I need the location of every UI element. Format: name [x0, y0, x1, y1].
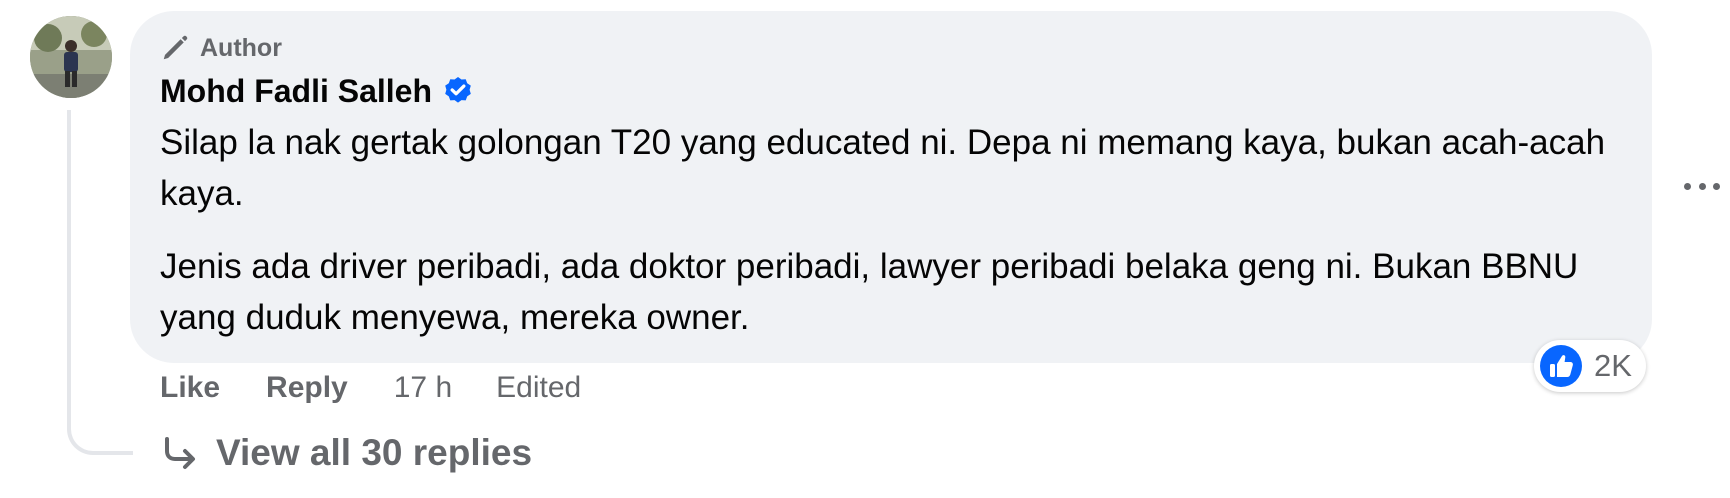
avatar[interactable]: [30, 16, 112, 98]
comment-paragraph: Jenis ada driver peribadi, ada doktor pe…: [160, 247, 1579, 337]
like-button[interactable]: Like: [160, 371, 220, 405]
more-options-icon[interactable]: [1684, 176, 1720, 196]
dot: [1684, 182, 1691, 190]
edited-label[interactable]: Edited: [496, 371, 581, 405]
author-name[interactable]: Mohd Fadli Salleh: [160, 73, 432, 110]
author-badge: Author: [160, 31, 1622, 65]
view-replies-label: View all 30 replies: [216, 432, 533, 473]
timestamp[interactable]: 17 h: [394, 371, 452, 405]
reaction-summary[interactable]: 2K: [1534, 340, 1646, 392]
comment-bubble: Author Mohd Fadli Salleh Silap la nak ge…: [130, 11, 1652, 363]
like-reaction-icon: [1540, 345, 1582, 387]
comment-actions: Like Reply 17 h Edited: [160, 368, 625, 408]
view-replies-link[interactable]: View all 30 replies: [160, 430, 532, 476]
dot: [1713, 182, 1720, 190]
comment-paragraph: Silap la nak gertak golongan T20 yang ed…: [160, 123, 1606, 213]
pen-icon: [163, 35, 188, 60]
comment-thread: Author Mohd Fadli Salleh Silap la nak ge…: [0, 0, 1730, 498]
author-badge-label: Author: [200, 33, 282, 62]
author-name-row: Mohd Fadli Salleh: [160, 71, 1622, 111]
reaction-count: 2K: [1594, 348, 1632, 383]
dot: [1698, 182, 1706, 190]
reply-arrow-icon: [165, 437, 195, 469]
verified-badge-icon: [445, 77, 471, 103]
reply-button[interactable]: Reply: [266, 371, 348, 405]
thread-connector-line: [67, 110, 133, 455]
